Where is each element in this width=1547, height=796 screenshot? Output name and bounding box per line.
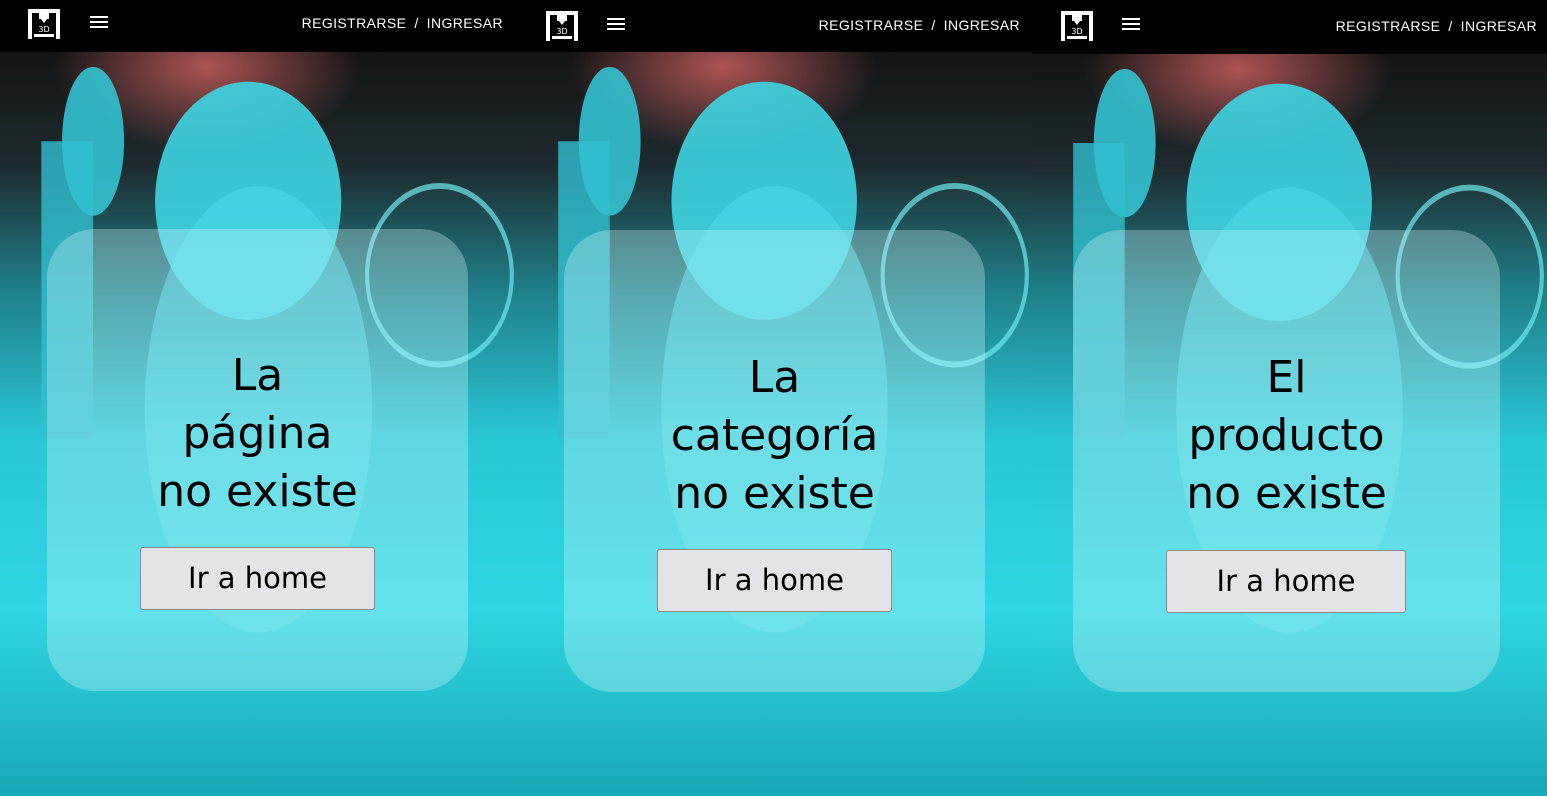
error-message: La página no existe [47,347,468,521]
hamburger-menu-icon[interactable] [1122,16,1142,32]
error-card: La página no existe Ir a home [47,229,468,691]
error-message: El producto no existe [1073,349,1500,523]
3d-printer-logo-icon[interactable]: 3D [544,9,580,43]
go-home-button[interactable]: Ir a home [140,547,375,610]
error-message-line-1: El [1266,352,1307,403]
error-message-line-3: no existe [1186,468,1387,519]
error-card: El producto no existe Ir a home [1073,230,1500,692]
error-message-line-3: no existe [157,466,358,517]
error-message-line-2: página [182,408,333,459]
error-message-line-2: producto [1188,410,1385,461]
error-message-line-2: categoría [670,410,879,461]
hamburger-menu-icon[interactable] [607,16,627,32]
error-message-line-3: no existe [674,468,875,519]
register-link[interactable]: REGISTRARSE [819,17,924,33]
auth-links: REGISTRARSE / INGRESAR [1336,18,1537,34]
top-navbar: 3D REGISTRARSE / INGRESAR [517,0,1032,52]
login-link[interactable]: INGRESAR [944,17,1020,33]
auth-separator: / [414,15,419,31]
3d-printer-logo-icon[interactable]: 3D [1059,9,1095,43]
auth-links: REGISTRARSE / INGRESAR [819,17,1020,33]
top-navbar: 3D REGISTRARSE / INGRESAR [0,0,517,52]
go-home-button[interactable]: Ir a home [657,549,892,612]
top-navbar: 3D REGISTRARSE / INGRESAR [1032,0,1547,54]
auth-links: REGISTRARSE / INGRESAR [302,15,503,31]
register-link[interactable]: REGISTRARSE [1336,18,1441,34]
screenshot-collage: 3D REGISTRARSE / INGRESAR La página no exi… [0,0,1547,796]
error-message-line-1: La [748,352,801,403]
error-message-line-1: La [231,350,284,401]
logo-text: 3D [556,27,567,36]
login-link[interactable]: INGRESAR [427,15,503,31]
error-card: La categoría no existe Ir a home [564,230,985,692]
auth-separator: / [1448,18,1453,34]
logo-text: 3D [1071,27,1082,36]
go-home-button[interactable]: Ir a home [1166,550,1406,613]
error-message: La categoría no existe [564,349,985,523]
register-link[interactable]: REGISTRARSE [302,15,407,31]
error-screen-category: 3D REGISTRARSE / INGRESAR La categoría no … [517,0,1032,796]
logo-text: 3D [38,25,49,34]
3d-printer-logo-icon[interactable]: 3D [26,7,62,41]
error-screen-page: 3D REGISTRARSE / INGRESAR La página no exi… [0,0,517,796]
hamburger-menu-icon[interactable] [90,14,110,30]
login-link[interactable]: INGRESAR [1461,18,1537,34]
auth-separator: / [931,17,936,33]
error-screen-product: 3D REGISTRARSE / INGRESAR El producto no e… [1032,0,1547,796]
